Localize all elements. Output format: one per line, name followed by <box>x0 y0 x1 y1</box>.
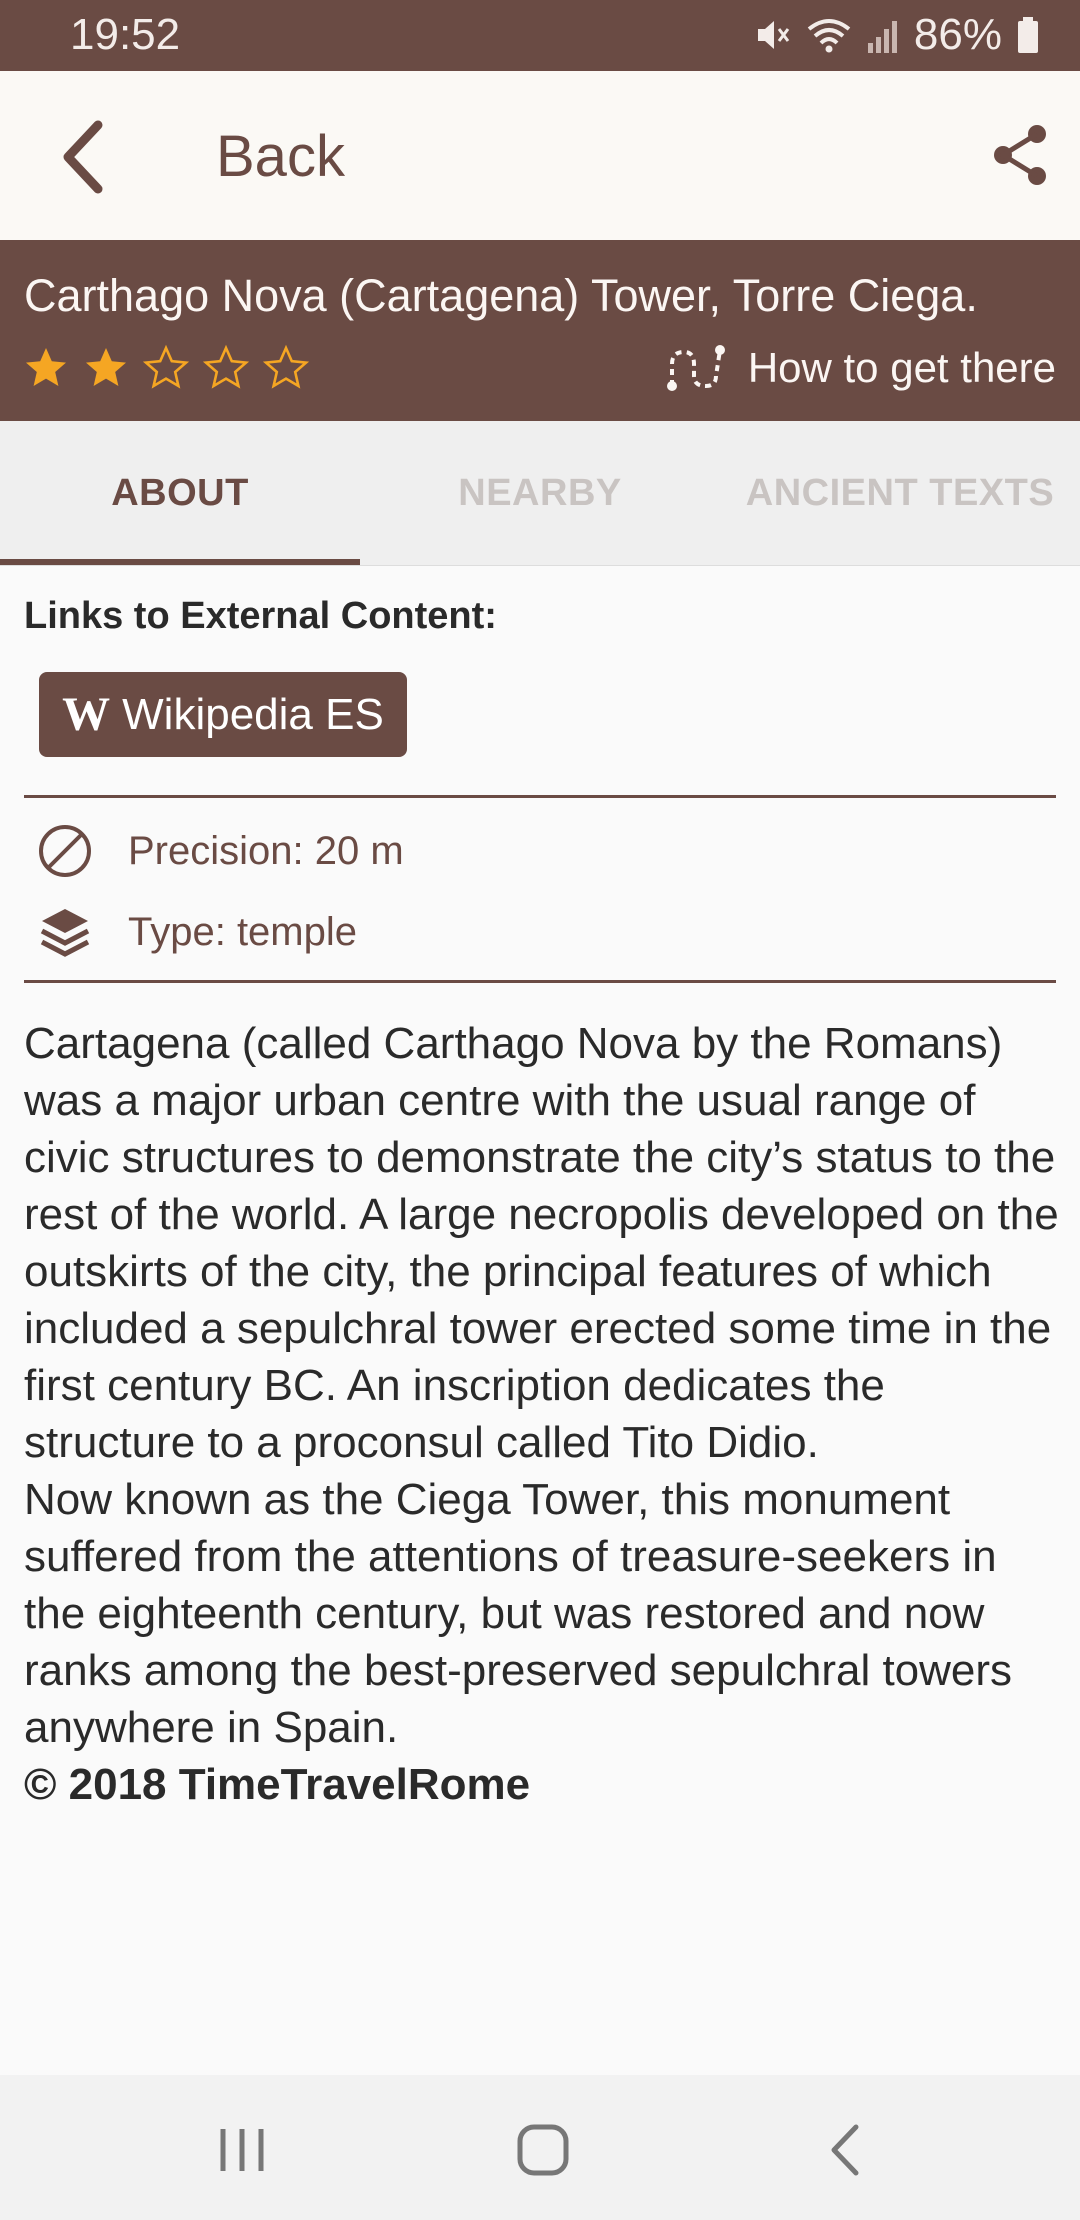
place-title: Carthago Nova (Cartagena) Tower, Torre C… <box>24 270 978 321</box>
home-icon[interactable] <box>508 2115 578 2185</box>
description: Cartagena (called Carthago Nova by the R… <box>24 1015 1064 1813</box>
layers-icon <box>40 909 90 957</box>
star-outline-icon <box>142 344 190 389</box>
back-nav-icon[interactable] <box>810 2115 880 2185</box>
status-time: 19:52 <box>70 10 181 59</box>
wikipedia-es-button[interactable]: W Wikipedia ES <box>39 672 407 757</box>
wifi-icon <box>807 19 851 53</box>
links-heading: Links to External Content: <box>24 595 497 637</box>
place-header: Carthago Nova (Cartagena) Tower, Torre C… <box>0 240 1080 421</box>
recent-apps-icon[interactable] <box>207 2115 277 2185</box>
mute-icon <box>757 21 790 49</box>
tab-about[interactable]: ABOUT <box>0 421 360 565</box>
description-paragraph: Cartagena (called Carthago Nova by the R… <box>24 1019 1059 1467</box>
star-filled-icon <box>86 348 126 386</box>
star-outline-icon <box>202 344 250 389</box>
precision-row: Precision: 20 m <box>36 822 404 880</box>
battery-icon <box>1018 17 1038 53</box>
wikipedia-button-label: Wikipedia ES <box>122 689 384 739</box>
description-paragraph: Now known as the Ciega Tower, this monum… <box>24 1475 1013 1752</box>
precision-icon <box>39 825 91 877</box>
chevron-left-icon[interactable] <box>52 117 116 197</box>
status-bar: 19:52 86% <box>0 0 1080 71</box>
type-text: Type: temple <box>128 909 358 954</box>
star-outline-icon <box>262 344 310 389</box>
precision-text: Precision: 20 m <box>128 828 404 873</box>
active-tab-indicator <box>0 559 360 565</box>
tab-bar: ABOUT NEARBY ANCIENT TEXTS <box>0 421 1080 566</box>
divider <box>24 795 1056 798</box>
directions-label: How to get there <box>747 344 1056 391</box>
back-button[interactable]: Back <box>216 123 345 190</box>
route-icon <box>666 345 725 391</box>
tab-ancient-texts[interactable]: ANCIENT TEXTS <box>720 421 1080 565</box>
divider <box>24 980 1056 983</box>
share-icon[interactable] <box>990 122 1050 188</box>
wikipedia-icon: W <box>62 688 111 741</box>
tab-nearby[interactable]: NEARBY <box>360 421 720 565</box>
type-row: Type: temple <box>36 903 357 961</box>
system-nav-bar <box>0 2075 1080 2220</box>
directions-button[interactable]: How to get there <box>664 342 1056 394</box>
star-filled-icon <box>26 348 66 386</box>
copyright-text: © 2018 TimeTravelRome <box>24 1760 531 1809</box>
battery-percent: 86% <box>913 10 1002 59</box>
rating-stars <box>22 344 310 392</box>
signal-icon <box>867 21 897 53</box>
app-bar: Back <box>0 71 1080 240</box>
